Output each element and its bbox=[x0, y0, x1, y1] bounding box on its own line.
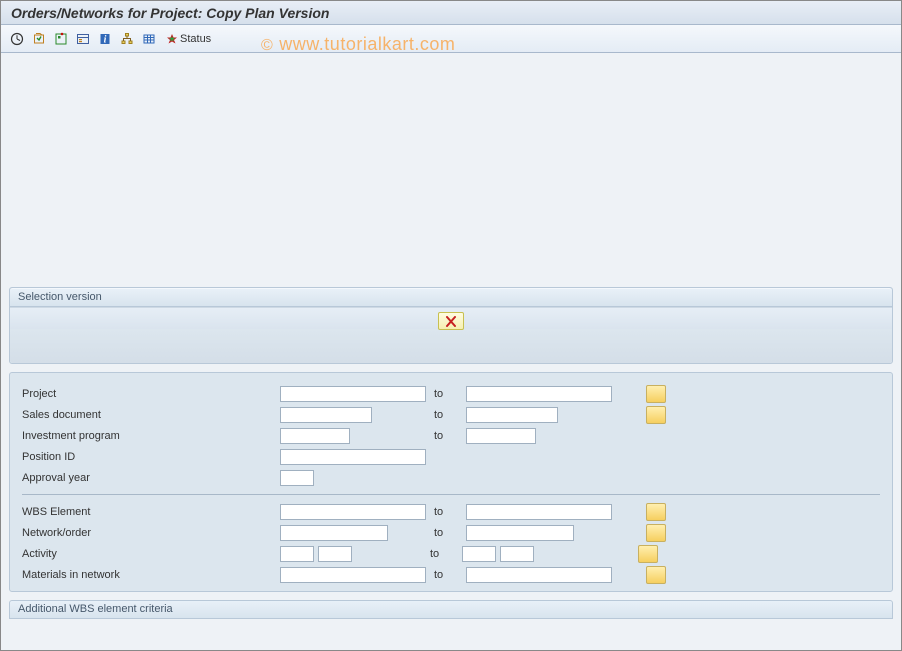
materials-from-input[interactable] bbox=[280, 567, 426, 583]
activity-multi-button[interactable] bbox=[638, 545, 658, 563]
sales-to-input[interactable] bbox=[466, 407, 558, 423]
network-multi-button[interactable] bbox=[646, 524, 666, 542]
db-profile-icon[interactable] bbox=[51, 29, 71, 49]
label-project: Project bbox=[22, 388, 280, 400]
project-from-input[interactable] bbox=[280, 386, 426, 402]
project-multi-button[interactable] bbox=[646, 385, 666, 403]
label-approval-year: Approval year bbox=[22, 472, 280, 484]
cancel-button[interactable] bbox=[438, 312, 464, 330]
to-label: to bbox=[426, 409, 466, 421]
blank-space bbox=[9, 53, 893, 287]
to-label: to bbox=[422, 548, 462, 560]
label-sales-document: Sales document bbox=[22, 409, 280, 421]
activity-from-b-input[interactable] bbox=[318, 546, 352, 562]
sales-multi-button[interactable] bbox=[646, 406, 666, 424]
to-label: to bbox=[426, 527, 466, 539]
activity-from-a-input[interactable] bbox=[280, 546, 314, 562]
wbs-multi-button[interactable] bbox=[646, 503, 666, 521]
label-network-order: Network/order bbox=[22, 527, 280, 539]
get-variant-icon[interactable] bbox=[29, 29, 49, 49]
content-area: Selection version Project to Sales docum… bbox=[1, 53, 901, 650]
materials-to-input[interactable] bbox=[466, 567, 612, 583]
info-icon[interactable]: i bbox=[95, 29, 115, 49]
wbs-to-input[interactable] bbox=[466, 504, 612, 520]
inv-prog-to-input[interactable] bbox=[466, 428, 536, 444]
sales-from-input[interactable] bbox=[280, 407, 372, 423]
label-investment-program: Investment program bbox=[22, 430, 280, 442]
main-selection-form: Project to Sales document to Investment … bbox=[9, 372, 893, 592]
additional-wbs-header: Additional WBS element criteria bbox=[9, 600, 893, 619]
position-id-input[interactable] bbox=[280, 449, 426, 465]
to-label: to bbox=[426, 506, 466, 518]
network-to-input[interactable] bbox=[466, 525, 574, 541]
toolbar: i Status bbox=[1, 25, 901, 53]
materials-multi-button[interactable] bbox=[646, 566, 666, 584]
approval-year-input[interactable] bbox=[280, 470, 314, 486]
dynamic-selections-icon[interactable] bbox=[73, 29, 93, 49]
hierarchy-icon[interactable] bbox=[117, 29, 137, 49]
selection-version-group: Selection version bbox=[9, 287, 893, 364]
title-bar: Orders/Networks for Project: Copy Plan V… bbox=[1, 1, 901, 25]
label-materials: Materials in network bbox=[22, 569, 280, 581]
page-title: Orders/Networks for Project: Copy Plan V… bbox=[11, 5, 329, 21]
activity-to-b-input[interactable] bbox=[500, 546, 534, 562]
label-wbs-element: WBS Element bbox=[22, 506, 280, 518]
network-from-input[interactable] bbox=[280, 525, 388, 541]
project-to-input[interactable] bbox=[466, 386, 612, 402]
svg-text:i: i bbox=[104, 34, 107, 45]
divider bbox=[22, 494, 880, 495]
to-label: to bbox=[426, 388, 466, 400]
wbs-from-input[interactable] bbox=[280, 504, 426, 520]
activity-to-a-input[interactable] bbox=[462, 546, 496, 562]
grid-icon[interactable] bbox=[139, 29, 159, 49]
selection-version-header: Selection version bbox=[10, 288, 892, 307]
status-button[interactable]: Status bbox=[161, 29, 216, 49]
to-label: to bbox=[426, 569, 466, 581]
inv-prog-from-input[interactable] bbox=[280, 428, 350, 444]
label-position-id: Position ID bbox=[22, 451, 280, 463]
label-activity: Activity bbox=[22, 548, 280, 560]
execute-icon[interactable] bbox=[7, 29, 27, 49]
status-label: Status bbox=[180, 33, 211, 45]
to-label: to bbox=[426, 430, 466, 442]
